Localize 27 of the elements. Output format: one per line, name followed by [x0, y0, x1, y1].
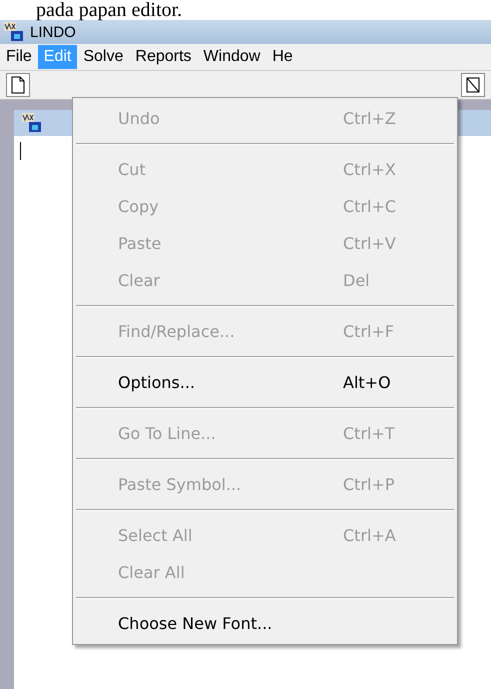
- caption-text: pada papan editor.: [35, 0, 184, 20]
- shortcut-text: Ctrl+A: [343, 526, 396, 545]
- window-title: LINDO: [30, 24, 76, 40]
- menu-item[interactable]: File: [0, 45, 38, 69]
- menu-item[interactable]: Options... Alt+O: [76, 364, 454, 401]
- menu-item[interactable]: Choose New Font...: [76, 605, 454, 642]
- shortcut-text: Ctrl+X: [343, 160, 396, 179]
- editor-icon: [22, 113, 42, 133]
- shortcut-text: Ctrl+F: [343, 322, 394, 341]
- shortcut-text: Ctrl+T: [343, 424, 395, 443]
- menu-item[interactable]: Window: [197, 45, 266, 69]
- shortcut-text: Alt+O: [343, 373, 391, 392]
- menu-item[interactable]: Reports: [129, 45, 198, 69]
- toolbar-button[interactable]: [461, 73, 485, 97]
- new-file-button[interactable]: [6, 73, 30, 97]
- shortcut-text: Del: [343, 271, 370, 290]
- menu-item[interactable]: Solve: [77, 45, 130, 69]
- box-icon: [466, 77, 480, 93]
- shortcut-text: Ctrl+V: [343, 234, 396, 253]
- shortcut-text: Ctrl+Z: [343, 109, 396, 128]
- document-icon: [11, 76, 25, 94]
- text-cursor: [20, 142, 21, 160]
- app-icon: [4, 22, 24, 42]
- shortcut-text: Ctrl+P: [343, 475, 395, 494]
- shortcut-text: Ctrl+C: [343, 197, 396, 216]
- menu-item[interactable]: He: [266, 45, 299, 69]
- menu-item[interactable]: Edit: [38, 45, 78, 69]
